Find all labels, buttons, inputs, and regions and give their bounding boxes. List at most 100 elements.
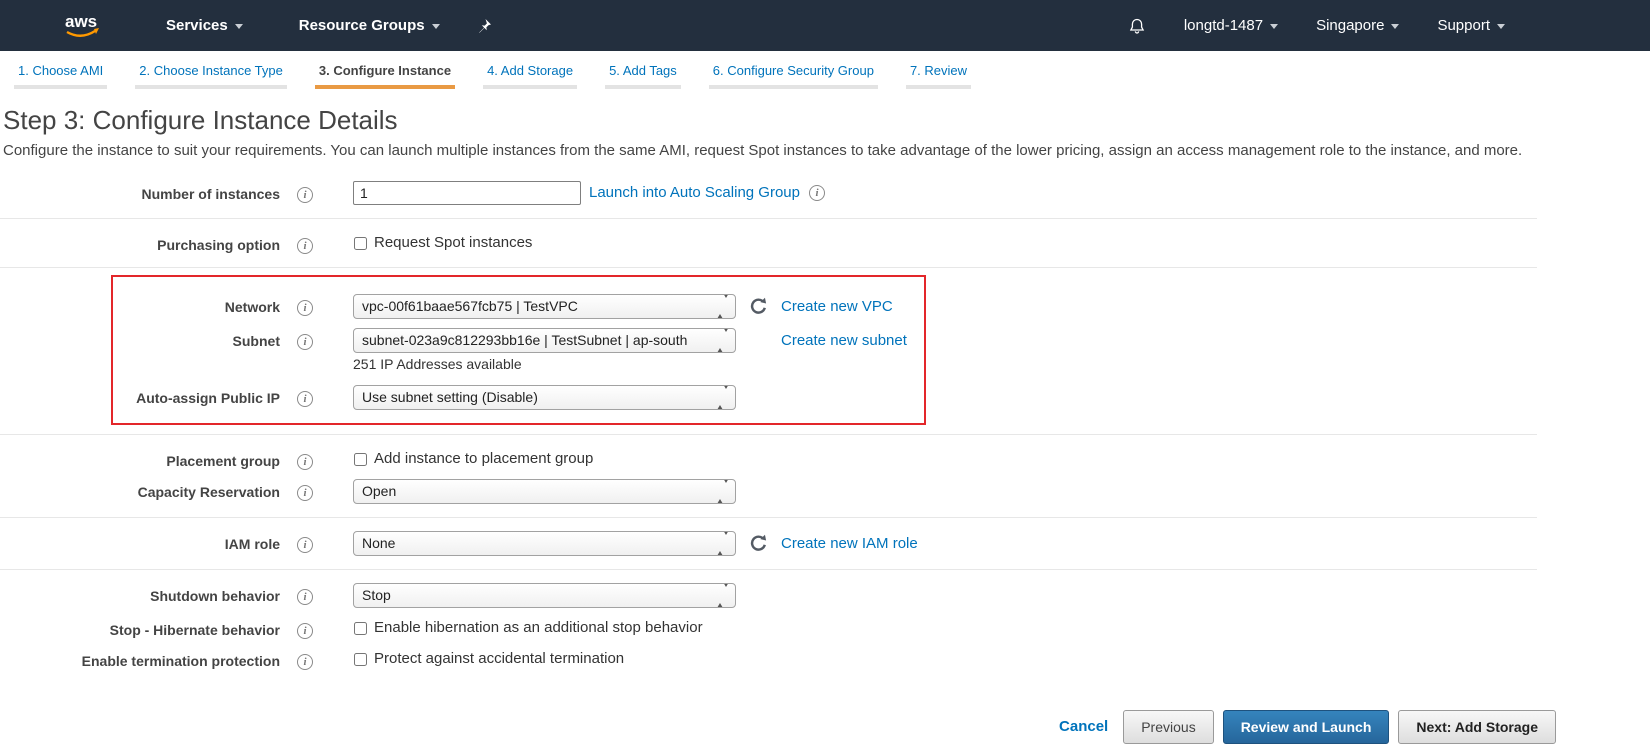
row-capacity-reservation: Capacity Reservation i Open — [0, 478, 1537, 504]
region-menu[interactable]: Singapore — [1316, 17, 1400, 34]
support-menu[interactable]: Support — [1437, 17, 1505, 34]
chevron-down-icon — [1391, 24, 1400, 29]
row-purchasing-option: Purchasing option i Request Spot instanc… — [0, 232, 1537, 254]
row-subnet: Subnet i subnet-023a9c812293bb16e | Test… — [0, 327, 1537, 353]
shutdown-behavior-select[interactable]: Stop — [353, 582, 736, 608]
next-add-storage-button[interactable]: Next: Add Storage — [1398, 710, 1556, 744]
termination-protection-label: Enable termination protection — [81, 652, 280, 669]
tab-add-storage[interactable]: 4. Add Storage — [483, 51, 578, 89]
termination-protection-checkbox[interactable] — [354, 652, 367, 666]
row-termination-protection: Enable termination protection i Protect … — [0, 648, 1537, 670]
ip-addresses-available-note: 251 IP Addresses available — [353, 355, 522, 372]
account-menu-label: longtd-1487 — [1183, 17, 1264, 34]
notifications-button[interactable] — [1128, 17, 1146, 35]
wizard-footer: Cancel Previous Review and Launch Next: … — [0, 688, 1650, 754]
wizard-step-tabs: 1. Choose AMI 2. Choose Instance Type 3.… — [0, 51, 1650, 89]
aws-logo[interactable]: aws — [60, 11, 104, 41]
tab-add-tags[interactable]: 5. Add Tags — [605, 51, 681, 89]
placement-group-checkbox-label: Add instance to placement group — [374, 449, 594, 467]
request-spot-instances-checkbox[interactable] — [354, 236, 367, 250]
auto-assign-public-ip-value: Use subnet setting (Disable) — [362, 389, 538, 405]
create-new-iam-role-link[interactable]: Create new IAM role — [781, 535, 918, 552]
account-menu[interactable]: longtd-1487 — [1183, 17, 1279, 34]
configure-instance-form: Number of instances i Launch into Auto S… — [0, 180, 1537, 670]
info-icon[interactable]: i — [297, 186, 313, 203]
chevron-down-icon — [431, 24, 440, 29]
info-icon[interactable]: i — [297, 390, 313, 407]
tab-configure-instance[interactable]: 3. Configure Instance — [314, 51, 456, 89]
refresh-network-button[interactable] — [749, 296, 768, 316]
select-arrows-icon — [717, 328, 729, 352]
tab-choose-ami[interactable]: 1. Choose AMI — [14, 51, 108, 89]
iam-role-value: None — [362, 535, 396, 551]
info-icon[interactable]: i — [808, 184, 825, 201]
info-icon[interactable]: i — [297, 588, 313, 605]
launch-into-asg-link[interactable]: Launch into Auto Scaling Group — [589, 184, 800, 201]
row-auto-assign-public-ip: Auto-assign Public IP i Use subnet setti… — [0, 384, 1537, 410]
create-new-subnet-link[interactable]: Create new subnet — [781, 332, 907, 349]
chevron-down-icon — [1497, 24, 1505, 29]
info-icon[interactable]: i — [297, 653, 313, 670]
pin-shortcut-button[interactable] — [476, 18, 492, 34]
info-icon[interactable]: i — [297, 536, 313, 553]
network-select[interactable]: vpc-00f61baae567fcb75 | TestVPC — [353, 293, 736, 319]
network-select-value: vpc-00f61baae567fcb75 | TestVPC — [362, 298, 578, 314]
tab-configure-security-group[interactable]: 6. Configure Security Group — [708, 51, 878, 89]
number-of-instances-label: Number of instances — [141, 185, 280, 202]
termination-protection-checkbox-label: Protect against accidental termination — [374, 649, 625, 667]
row-iam-role: IAM role i None Create new IAM role — [0, 530, 1537, 556]
placement-group-checkbox[interactable] — [354, 452, 367, 466]
chevron-down-icon — [1270, 24, 1279, 29]
refresh-icon — [750, 297, 767, 314]
iam-role-select[interactable]: None — [353, 530, 736, 556]
number-of-instances-input[interactable] — [353, 180, 581, 205]
divider — [0, 516, 1537, 518]
resource-groups-menu-label: Resource Groups — [298, 17, 425, 34]
row-placement-group: Placement group i Add instance to placem… — [0, 448, 1537, 470]
row-subnet-note: 251 IP Addresses available — [0, 356, 1537, 376]
info-icon[interactable]: i — [297, 622, 313, 639]
request-spot-instances-label: Request Spot instances — [374, 233, 533, 251]
capacity-reservation-select[interactable]: Open — [353, 478, 736, 504]
region-menu-label: Singapore — [1316, 17, 1385, 34]
services-menu[interactable]: Services — [166, 17, 243, 34]
tab-choose-instance-type[interactable]: 2. Choose Instance Type — [135, 51, 287, 89]
subnet-select-value: subnet-023a9c812293bb16e | TestSubnet | … — [362, 332, 688, 348]
review-and-launch-button[interactable]: Review and Launch — [1222, 710, 1390, 744]
info-icon[interactable]: i — [297, 299, 313, 316]
tab-review[interactable]: 7. Review — [905, 51, 972, 89]
capacity-reservation-value: Open — [362, 483, 397, 499]
row-shutdown-behavior: Shutdown behavior i Stop — [0, 582, 1537, 608]
hibernate-behavior-checkbox-label: Enable hibernation as an additional stop… — [374, 618, 703, 636]
previous-button[interactable]: Previous — [1123, 710, 1214, 744]
auto-assign-public-ip-label: Auto-assign Public IP — [136, 389, 280, 406]
auto-assign-public-ip-select[interactable]: Use subnet setting (Disable) — [353, 384, 736, 410]
hibernate-behavior-label: Stop - Hibernate behavior — [109, 621, 280, 638]
info-icon[interactable]: i — [297, 237, 313, 254]
info-icon[interactable]: i — [297, 453, 313, 470]
subnet-select[interactable]: subnet-023a9c812293bb16e | TestSubnet | … — [353, 327, 736, 353]
info-icon[interactable]: i — [297, 333, 313, 350]
info-icon[interactable]: i — [297, 484, 313, 501]
cancel-link[interactable]: Cancel — [1059, 718, 1108, 735]
select-arrows-icon — [717, 294, 729, 318]
select-arrows-icon — [717, 583, 729, 607]
row-number-of-instances: Number of instances i Launch into Auto S… — [0, 180, 1537, 205]
create-new-vpc-link[interactable]: Create new VPC — [781, 298, 893, 315]
select-arrows-icon — [717, 479, 729, 503]
top-navigation-bar: aws Services Resource Groups longtd-1487 — [0, 0, 1650, 51]
aws-logo-icon: aws — [65, 12, 99, 37]
svg-text:aws: aws — [65, 12, 97, 31]
hibernate-behavior-checkbox[interactable] — [354, 621, 367, 635]
select-arrows-icon — [717, 531, 729, 555]
shutdown-behavior-label: Shutdown behavior — [150, 587, 280, 604]
iam-role-label: IAM role — [224, 535, 280, 552]
page-title: Step 3: Configure Instance Details — [3, 105, 398, 135]
divider — [0, 568, 1537, 570]
resource-groups-menu[interactable]: Resource Groups — [299, 17, 440, 34]
capacity-reservation-label: Capacity Reservation — [137, 483, 280, 500]
refresh-iam-role-button[interactable] — [749, 533, 768, 553]
page-description: Configure the instance to suit your requ… — [3, 142, 1523, 159]
bell-icon — [1129, 18, 1144, 34]
support-menu-label: Support — [1437, 17, 1490, 34]
